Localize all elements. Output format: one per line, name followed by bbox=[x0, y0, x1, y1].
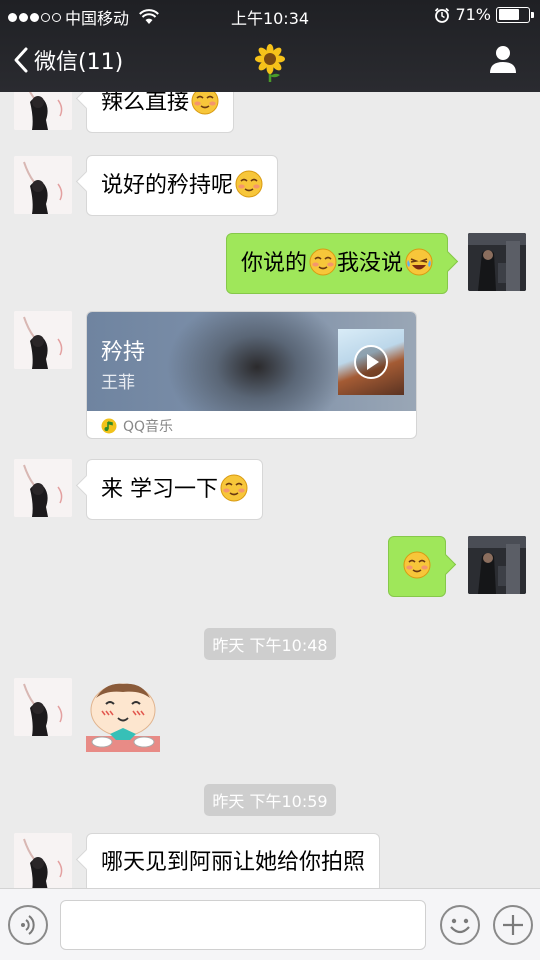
blushing-cartoon-sticker[interactable] bbox=[86, 678, 160, 752]
message-text: 你说的 bbox=[241, 251, 308, 276]
battery-percent: 71% bbox=[455, 5, 491, 24]
message-text: 说好的矜持呢 bbox=[101, 173, 234, 198]
my-message-bubble[interactable] bbox=[388, 536, 446, 597]
source-label: QQ音乐 bbox=[123, 418, 174, 435]
message-bubble[interactable]: 来 学习一下 bbox=[86, 459, 263, 520]
my-avatar[interactable] bbox=[468, 536, 526, 594]
blush-emoji-icon bbox=[403, 551, 431, 579]
message-bubble[interactable]: 说好的矜持呢 bbox=[86, 155, 279, 216]
back-label: 微信(11) bbox=[34, 50, 124, 75]
top-bar: 中国移动 上午10:34 71% 微信(11) bbox=[0, 0, 540, 92]
message-text: 来 学习一下 bbox=[101, 477, 218, 502]
blush-emoji-icon bbox=[309, 248, 337, 276]
plus-button[interactable] bbox=[493, 905, 533, 945]
chat-area[interactable]: 辣么直接 说好的矜持呢 你说的 我没说 矜持 王菲 QQ音乐 来 学习一下 昨天… bbox=[0, 92, 540, 888]
contact-avatar[interactable] bbox=[14, 459, 72, 517]
battery-icon bbox=[496, 6, 534, 23]
timestamp: 昨天 下午10:59 bbox=[204, 784, 336, 816]
sunflower-icon bbox=[255, 44, 285, 82]
timestamp-divider: 昨天 下午10:48 bbox=[0, 628, 540, 660]
album-cover bbox=[338, 329, 404, 395]
message-bubble[interactable]: 辣么直接 bbox=[86, 92, 235, 133]
qq-music-icon bbox=[101, 418, 117, 433]
contact-avatar[interactable] bbox=[14, 311, 72, 369]
voice-button[interactable] bbox=[8, 905, 48, 945]
message-bubble[interactable]: 哪天见到阿丽让她给你拍照 bbox=[86, 833, 381, 888]
timestamp-divider: 昨天 下午10:59 bbox=[0, 784, 540, 816]
message-text: 辣么直接 bbox=[101, 92, 190, 115]
music-source: QQ音乐 bbox=[87, 411, 416, 438]
emoji-icon bbox=[450, 918, 470, 934]
my-avatar[interactable] bbox=[468, 233, 526, 291]
nav-bar: 微信(11) bbox=[0, 30, 540, 92]
blush-emoji-icon bbox=[235, 170, 263, 198]
laugh-cry-emoji-icon bbox=[405, 248, 433, 276]
status-bar: 中国移动 上午10:34 71% bbox=[0, 0, 540, 30]
alarm-icon bbox=[435, 7, 450, 23]
profile-icon[interactable] bbox=[488, 44, 518, 74]
song-artist: 王菲 bbox=[101, 373, 135, 393]
status-right: 71% bbox=[434, 5, 534, 24]
back-button[interactable]: 微信(11) bbox=[12, 44, 123, 76]
contact-avatar[interactable] bbox=[14, 92, 72, 130]
chevron-left-icon bbox=[14, 47, 28, 73]
song-title: 矜持 bbox=[101, 340, 146, 365]
message-input[interactable] bbox=[60, 900, 426, 950]
my-message-bubble[interactable]: 你说的 我没说 bbox=[226, 233, 449, 294]
play-icon[interactable] bbox=[354, 345, 388, 379]
contact-avatar[interactable] bbox=[14, 156, 72, 214]
message-text: 哪天见到阿丽让她给你拍照 bbox=[101, 850, 366, 875]
message-text: 我没说 bbox=[337, 251, 404, 276]
input-bar bbox=[0, 888, 540, 960]
voice-icon bbox=[21, 915, 35, 935]
blush-emoji-icon bbox=[220, 474, 248, 502]
blush-emoji-icon bbox=[191, 92, 219, 115]
contact-avatar[interactable] bbox=[14, 833, 72, 888]
emoji-button[interactable] bbox=[440, 905, 480, 945]
music-share-card[interactable]: 矜持 王菲 QQ音乐 bbox=[86, 311, 417, 439]
timestamp: 昨天 下午10:48 bbox=[204, 628, 336, 660]
contact-avatar[interactable] bbox=[14, 678, 72, 736]
plus-icon bbox=[503, 915, 523, 935]
music-card-header: 矜持 王菲 bbox=[87, 312, 416, 411]
